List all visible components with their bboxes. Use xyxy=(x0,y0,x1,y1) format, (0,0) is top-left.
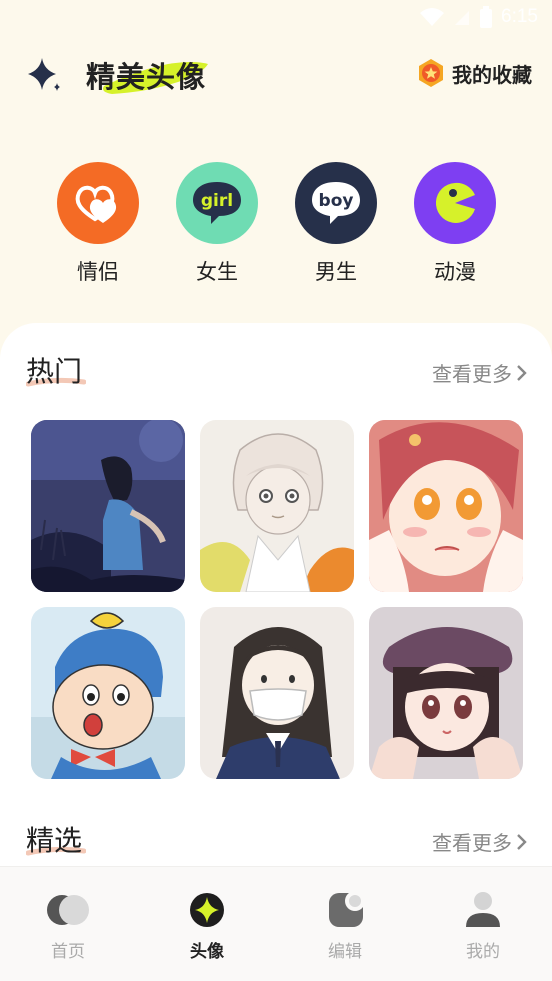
favorites-badge-icon xyxy=(419,59,443,87)
header: 精美头像 我的收藏 xyxy=(24,48,532,100)
night-girl-avatar[interactable] xyxy=(31,420,185,592)
mask-girl-avatar[interactable] xyxy=(200,607,354,779)
boy-badge-icon: boy xyxy=(312,182,360,224)
category-row: 情侣 girl 女生 boy 男生 动漫 xyxy=(0,162,552,292)
tab-home[interactable]: 首页 xyxy=(18,889,118,962)
edit-icon xyxy=(329,891,365,927)
home-icon xyxy=(47,895,89,925)
red-hair-girl-avatar[interactable] xyxy=(369,420,523,592)
featured-section-header: 精选 查看更多 xyxy=(0,819,552,859)
tab-avatar-label: 头像 xyxy=(190,942,224,962)
mask-girl-illustration xyxy=(200,607,354,779)
category-girl[interactable]: girl 女生 xyxy=(167,162,267,286)
svg-text:boy: boy xyxy=(319,191,354,211)
hot-section-header: 热门 查看更多 xyxy=(0,350,552,390)
favorites-label: 我的收藏 xyxy=(452,62,532,87)
tab-avatar[interactable]: 头像 xyxy=(157,889,257,962)
category-anime-label: 动漫 xyxy=(434,260,476,284)
girl-badge-icon: girl xyxy=(193,182,241,224)
hot-view-more-label: 查看更多 xyxy=(432,362,512,386)
beret-girl-illustration xyxy=(369,607,523,779)
status-time: 6:15 xyxy=(501,6,538,27)
page-title: 精美头像 xyxy=(86,60,207,94)
signal-icon xyxy=(455,11,470,25)
category-boy-label: 男生 xyxy=(315,260,357,284)
category-boy-circle: boy xyxy=(295,162,377,244)
tab-home-label: 首页 xyxy=(51,942,85,962)
couple-hearts-icon xyxy=(75,185,117,223)
wifi-icon xyxy=(420,8,445,26)
chevron-right-icon xyxy=(517,364,527,381)
beret-girl-avatar[interactable] xyxy=(369,607,523,779)
category-boy[interactable]: boy 男生 xyxy=(286,162,386,286)
tab-profile-label: 我的 xyxy=(466,942,500,962)
category-anime[interactable]: 动漫 xyxy=(405,162,505,286)
featured-view-more-link[interactable]: 查看更多 xyxy=(432,827,528,856)
content-panel xyxy=(0,323,552,883)
bottom-tab-bar: 首页 头像 编辑 我的 xyxy=(0,866,552,981)
night-girl-illustration xyxy=(31,420,185,592)
category-girl-label: 女生 xyxy=(196,260,238,284)
status-bar: 6:15 xyxy=(0,0,552,36)
category-anime-circle xyxy=(414,162,496,244)
battery-icon xyxy=(480,6,493,28)
red-hair-girl-illustration xyxy=(369,420,523,592)
crayon-shin-avatar[interactable] xyxy=(31,607,185,779)
category-couple[interactable]: 情侣 xyxy=(48,162,148,286)
sparkle-icon xyxy=(28,58,60,91)
white-hair-boy-avatar[interactable] xyxy=(200,420,354,592)
tab-profile[interactable]: 我的 xyxy=(433,889,533,962)
my-favorites-button[interactable]: 我的收藏 xyxy=(416,58,532,88)
hot-view-more-link[interactable]: 查看更多 xyxy=(432,358,528,387)
category-girl-circle: girl xyxy=(176,162,258,244)
svg-text:girl: girl xyxy=(201,191,233,211)
hot-title: 热门 xyxy=(26,355,83,388)
crayon-shin-illustration xyxy=(31,607,185,779)
tab-edit-label: 编辑 xyxy=(328,942,362,962)
chevron-right-icon xyxy=(517,833,527,850)
profile-icon xyxy=(466,892,500,927)
category-couple-label: 情侣 xyxy=(77,260,119,284)
featured-title: 精选 xyxy=(26,824,83,857)
title-wrap: 精美头像 xyxy=(86,54,208,96)
avatar-star-icon xyxy=(190,893,224,927)
category-couple-circle xyxy=(57,162,139,244)
white-hair-boy-illustration xyxy=(200,420,354,592)
featured-view-more-label: 查看更多 xyxy=(432,831,512,855)
status-icons: 6:15 xyxy=(419,6,538,28)
tab-edit[interactable]: 编辑 xyxy=(295,889,395,962)
pacman-icon xyxy=(435,182,475,223)
